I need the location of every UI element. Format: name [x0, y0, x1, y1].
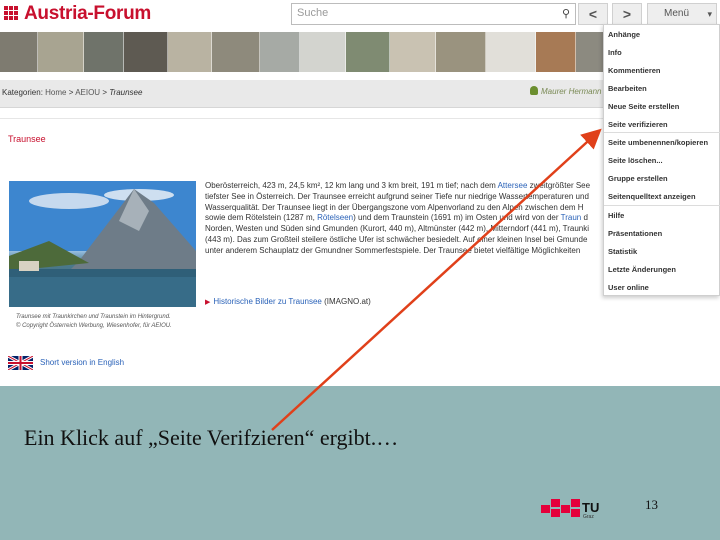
- banner-image: [436, 32, 486, 72]
- chevron-down-icon: ▾: [707, 9, 712, 19]
- banner-image: [576, 32, 606, 72]
- banner-image: [536, 32, 576, 72]
- menu-item-user-online[interactable]: User online: [608, 283, 649, 292]
- banner-image: [300, 32, 346, 72]
- menu-item-delete-page[interactable]: Seite löschen...: [608, 156, 663, 165]
- author-link[interactable]: Maurer Hermann: [530, 86, 601, 96]
- banner-image: [38, 32, 84, 72]
- historical-link-label: Historische Bilder zu Traunsee: [213, 297, 322, 306]
- menu-label: Menü: [664, 8, 690, 19]
- menu-divider: [604, 205, 720, 206]
- menu-item-help[interactable]: Hilfe: [608, 211, 624, 220]
- english-version-link[interactable]: Short version in English: [40, 358, 124, 367]
- author-name: Maurer Hermann: [541, 87, 602, 96]
- body-line: Oberösterreich, 423 m, 24,5 km², 12 km l…: [205, 181, 591, 190]
- breadcrumb-aeiou-link[interactable]: AEIOU: [75, 88, 100, 97]
- menu-divider: [604, 132, 720, 133]
- menu-dropdown: Anhänge Info Kommentieren Bearbeiten Neu…: [603, 24, 720, 296]
- article-body: Oberösterreich, 423 m, 24,5 km², 12 km l…: [205, 181, 610, 257]
- banner-image: [212, 32, 260, 72]
- banner-image: [260, 32, 300, 72]
- banner-image: [346, 32, 390, 72]
- tu-graz-logo-icon: [541, 499, 580, 517]
- historical-source: (IMAGNO.at): [324, 297, 371, 306]
- banner-image: [390, 32, 436, 72]
- caption-line: © Copyright Österreich Werbung, Wiesenho…: [16, 323, 172, 329]
- menu-button[interactable]: Menü ▾: [647, 3, 717, 25]
- photo-caption: Traunsee mit Traunkirchen und Traunstein…: [16, 313, 201, 331]
- next-page-button[interactable]: >: [612, 3, 642, 25]
- menu-item-edit[interactable]: Bearbeiten: [608, 84, 647, 93]
- breadcrumb-current: Traunsee: [109, 88, 143, 97]
- attersee-link[interactable]: Attersee: [498, 181, 528, 190]
- search-placeholder: Suche: [297, 7, 329, 19]
- body-line: Norden, Westen und Süden sind Gmunden (K…: [205, 224, 590, 234]
- traun-link[interactable]: Traun: [561, 213, 582, 222]
- breadcrumb-trail: Kategorien: Home > AEIOU > Traunsee: [2, 88, 142, 97]
- menu-item-create-group[interactable]: Gruppe erstellen: [608, 174, 668, 183]
- site-logo[interactable]: Austria-Forum: [24, 3, 151, 25]
- banner-image: [84, 32, 124, 72]
- breadcrumb-prefix: Kategorien:: [2, 88, 43, 97]
- arrow-right-icon: ▶: [205, 299, 211, 306]
- mountain-lake-image: [9, 181, 196, 307]
- menu-item-rename-copy[interactable]: Seite umbenennen/kopieren: [608, 138, 708, 147]
- prev-page-button[interactable]: <: [578, 3, 608, 25]
- menu-item-verify-page[interactable]: Seite verifizieren: [608, 120, 668, 129]
- body-line: tiefster See in Österreich. Der Traunsee…: [205, 191, 589, 201]
- page-number: 13: [645, 497, 658, 512]
- menu-item-recent-changes[interactable]: Letzte Änderungen: [608, 265, 676, 274]
- search-icon[interactable]: ⚲: [562, 7, 570, 20]
- traunsee-photo[interactable]: [9, 181, 196, 307]
- menu-item-presentations[interactable]: Präsentationen: [608, 229, 662, 238]
- body-line: sowie dem Rötelstein (1287 m, Rötelseen)…: [205, 213, 588, 223]
- roetelseen-link[interactable]: Rötelseen: [317, 213, 353, 222]
- historical-images-link[interactable]: ▶ Historische Bilder zu Traunsee (IMAGNO.…: [205, 297, 371, 306]
- body-line: unter anderem Schauplatz der Gmundner So…: [205, 245, 581, 255]
- banner-image: [124, 32, 168, 72]
- body-line: Wasserqualität. Der Traunsee liegt in de…: [205, 202, 584, 212]
- tu-logo-text: TU: [582, 500, 600, 515]
- breadcrumb-separator: >: [102, 88, 107, 97]
- breadcrumb-separator: >: [68, 88, 74, 97]
- breadcrumb-home-link[interactable]: Home: [45, 88, 66, 97]
- tu-logo-subtext: Graz: [583, 514, 594, 520]
- menu-item-new-page[interactable]: Neue Seite erstellen: [608, 102, 679, 111]
- search-input[interactable]: Suche ⚲: [291, 3, 576, 25]
- menu-item-info[interactable]: Info: [608, 48, 622, 57]
- uk-flag-icon[interactable]: [8, 356, 33, 370]
- browser-screenshot: Austria-Forum Suche ⚲ < > Menü ▾ Kategor…: [0, 0, 720, 386]
- slide-caption: Ein Klick auf „Seite Verifzieren“ ergibt…: [24, 425, 399, 450]
- menu-item-attachments[interactable]: Anhänge: [608, 30, 640, 39]
- banner-image: [486, 32, 536, 72]
- body-line: (443 m). Das zum Großteil steilere östli…: [205, 234, 588, 244]
- page-title: Traunsee: [8, 134, 46, 144]
- menu-item-comment[interactable]: Kommentieren: [608, 66, 661, 75]
- banner-image: [0, 32, 38, 72]
- caption-line: Traunsee mit Traunkirchen und Traunstein…: [16, 314, 171, 320]
- austria-forum-logo-icon[interactable]: [4, 6, 18, 20]
- menu-item-view-source[interactable]: Seitenquelltext anzeigen: [608, 192, 696, 201]
- user-icon: [530, 86, 538, 95]
- banner-image: [168, 32, 212, 72]
- menu-item-statistics[interactable]: Statistik: [608, 247, 637, 256]
